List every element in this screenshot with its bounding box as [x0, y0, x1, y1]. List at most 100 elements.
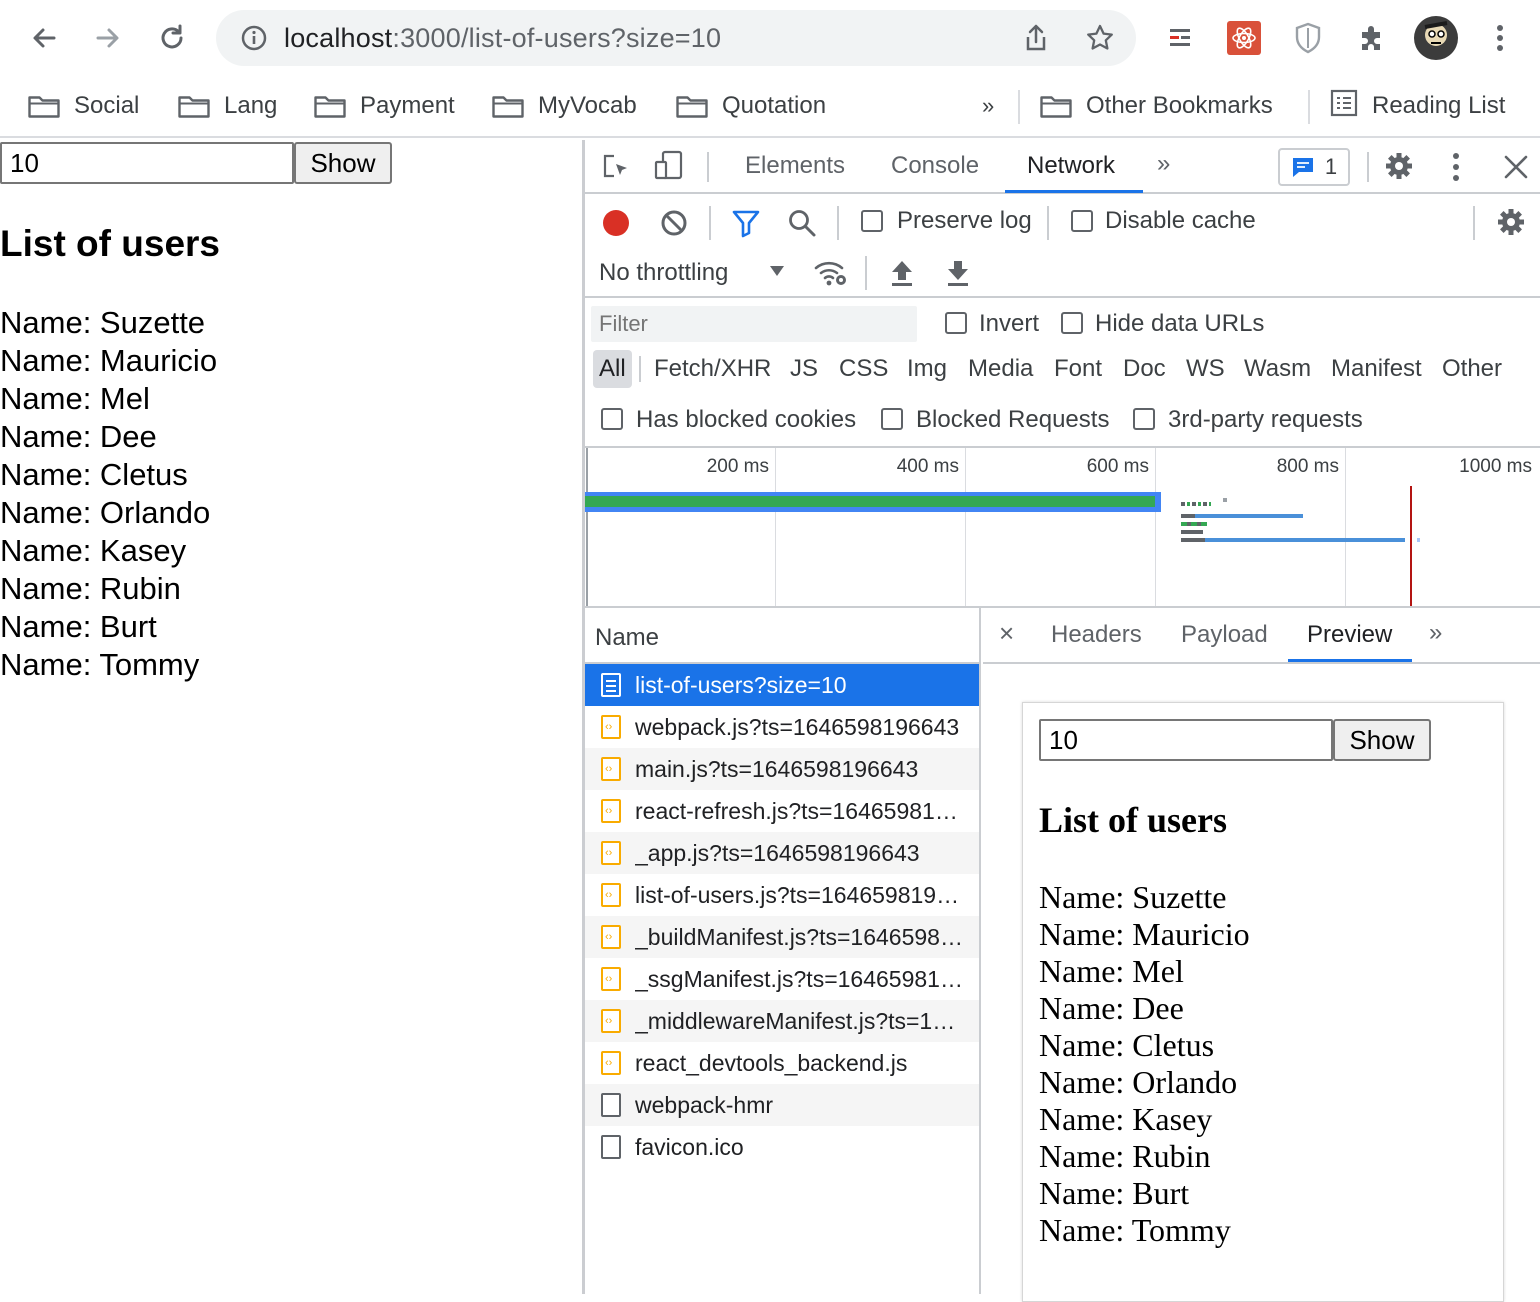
request-row[interactable]: _ssgManifest.js?ts=1646598196643 — [585, 958, 979, 1000]
settings-gear-icon[interactable] — [1383, 150, 1415, 187]
request-row[interactable]: _buildManifest.js?ts=1646598196643 — [585, 916, 979, 958]
tab-headers[interactable]: Headers — [1051, 621, 1142, 649]
chevron-down-icon[interactable] — [769, 264, 785, 282]
tab-preview[interactable]: Preview — [1307, 621, 1392, 649]
request-row[interactable]: react-refresh.js?ts=1646598196643 — [585, 790, 979, 832]
bookmark-folder[interactable]: MyVocab — [492, 90, 637, 122]
record-icon — [603, 210, 629, 236]
network-toolbar: Preserve log Disable cache No throttling — [585, 194, 1540, 298]
more-detail-tabs-button[interactable]: » — [1429, 619, 1442, 647]
timeline-tick-label: 400 ms — [896, 456, 959, 477]
show-button[interactable]: Show — [294, 142, 392, 184]
timeline-resource-bar — [1181, 530, 1203, 534]
type-filter-css[interactable]: CSS — [835, 350, 892, 388]
preview-user-item: Name: Mel — [1039, 953, 1184, 989]
bookmark-folder[interactable]: Social — [28, 90, 139, 122]
address-bar[interactable]: localhost:3000/list-of-users?size=10 — [216, 10, 1136, 66]
preview-user-item: Name: Suzette — [1039, 879, 1227, 915]
invert-label: Invert — [979, 310, 1040, 337]
menu-icon[interactable] — [1482, 20, 1518, 56]
devtools-menu-icon[interactable] — [1451, 152, 1461, 187]
request-name: react-refresh.js?ts=1646598196643 — [635, 797, 965, 824]
bookmark-folder[interactable]: Lang — [178, 90, 277, 122]
request-row[interactable]: react_devtools_backend.js — [585, 1042, 979, 1084]
request-row[interactable]: webpack-hmr — [585, 1084, 979, 1126]
issues-badge[interactable]: 1 — [1278, 148, 1350, 186]
shield-icon[interactable] — [1290, 20, 1326, 56]
react-devtools-icon[interactable] — [1226, 20, 1262, 56]
record-button[interactable] — [601, 208, 631, 243]
tab-network[interactable]: Network — [1027, 152, 1115, 180]
clear-button[interactable] — [659, 208, 689, 243]
bookmark-star-icon[interactable] — [1084, 22, 1116, 54]
forward-button[interactable] — [84, 14, 132, 62]
type-filter-img[interactable]: Img — [903, 350, 951, 388]
type-filter-other[interactable]: Other — [1438, 350, 1506, 388]
preview-user-list: Name: Suzette Name: Mauricio Name: Mel N… — [1039, 879, 1250, 1249]
type-filter-ws[interactable]: WS — [1182, 350, 1229, 388]
hide-data-urls-checkbox[interactable] — [1061, 312, 1083, 334]
avatar[interactable] — [1412, 14, 1460, 62]
reload-button[interactable] — [148, 14, 196, 62]
request-name: webpack-hmr — [635, 1091, 774, 1118]
tab-payload[interactable]: Payload — [1181, 621, 1268, 649]
tab-console[interactable]: Console — [891, 152, 979, 180]
filter-input[interactable] — [591, 306, 917, 342]
share-icon[interactable] — [1020, 22, 1052, 54]
bookmark-folder[interactable]: Payment — [314, 90, 455, 122]
inspect-element-icon[interactable] — [601, 152, 631, 187]
disable-cache-checkbox[interactable] — [1071, 210, 1093, 232]
network-settings-gear-icon[interactable] — [1495, 206, 1527, 243]
type-filter-doc[interactable]: Doc — [1119, 350, 1170, 388]
blocked-requests-checkbox[interactable] — [881, 408, 903, 430]
active-tab-indicator — [1005, 190, 1143, 193]
other-bookmarks-folder[interactable]: Other Bookmarks — [1040, 90, 1273, 122]
network-conditions-icon[interactable] — [813, 258, 849, 293]
filter-toggle[interactable] — [731, 208, 761, 243]
site-info-icon[interactable] — [238, 22, 270, 54]
extension-icon[interactable] — [1162, 20, 1198, 56]
search-button[interactable] — [787, 208, 817, 243]
close-detail-button[interactable]: × — [999, 618, 1014, 649]
request-row[interactable]: main.js?ts=1646598196643 — [585, 748, 979, 790]
import-har-icon[interactable] — [889, 258, 915, 293]
type-filter-media[interactable]: Media — [964, 350, 1037, 388]
request-row[interactable]: _app.js?ts=1646598196643 — [585, 832, 979, 874]
invert-checkbox[interactable] — [945, 312, 967, 334]
disable-cache-label: Disable cache — [1105, 207, 1256, 234]
script-file-icon — [601, 925, 621, 949]
size-input[interactable] — [0, 142, 294, 184]
preserve-log-checkbox[interactable] — [861, 210, 883, 232]
request-name: _ssgManifest.js?ts=1646598196643 — [635, 965, 965, 992]
user-item: Name: Dee — [0, 419, 157, 454]
bookmark-label: Other Bookmarks — [1086, 92, 1273, 119]
user-list: Name: Suzette Name: Mauricio Name: Mel N… — [0, 304, 217, 684]
type-filter-manifest[interactable]: Manifest — [1327, 350, 1426, 388]
timeline-resource-bar — [1181, 538, 1205, 542]
has-blocked-cookies-checkbox[interactable] — [601, 408, 623, 430]
request-row[interactable]: _middlewareManifest.js?ts=1646598196643 — [585, 1000, 979, 1042]
bookmark-folder[interactable]: Quotation — [676, 90, 826, 122]
back-button[interactable] — [20, 14, 68, 62]
device-toolbar-icon[interactable] — [653, 150, 685, 187]
type-filter-all[interactable]: All — [593, 350, 632, 388]
type-filter-wasm[interactable]: Wasm — [1240, 350, 1315, 388]
tab-elements[interactable]: Elements — [745, 152, 845, 180]
reading-list-button[interactable]: Reading List — [1330, 89, 1505, 122]
type-filter-fetch-xhr[interactable]: Fetch/XHR — [650, 350, 775, 388]
close-devtools-icon[interactable] — [1503, 154, 1529, 185]
more-tabs-button[interactable]: » — [1157, 150, 1170, 178]
export-har-icon[interactable] — [945, 258, 971, 293]
request-row[interactable]: list-of-users?size=10 — [585, 664, 979, 706]
type-filter-js[interactable]: JS — [786, 350, 822, 388]
request-row[interactable]: favicon.ico — [585, 1126, 979, 1168]
third-party-checkbox[interactable] — [1133, 408, 1155, 430]
name-column-header[interactable]: Name — [585, 608, 981, 664]
request-row[interactable]: webpack.js?ts=1646598196643 — [585, 706, 979, 748]
network-overview-timeline[interactable]: 200 ms 400 ms 600 ms 800 ms 1000 ms — [585, 448, 1540, 608]
puzzle-icon[interactable] — [1354, 20, 1390, 56]
request-row[interactable]: list-of-users.js?ts=1646598196643 — [585, 874, 979, 916]
throttling-select[interactable]: No throttling — [599, 259, 728, 287]
type-filter-font[interactable]: Font — [1050, 350, 1106, 388]
bookmarks-overflow-button[interactable]: » — [982, 90, 994, 122]
